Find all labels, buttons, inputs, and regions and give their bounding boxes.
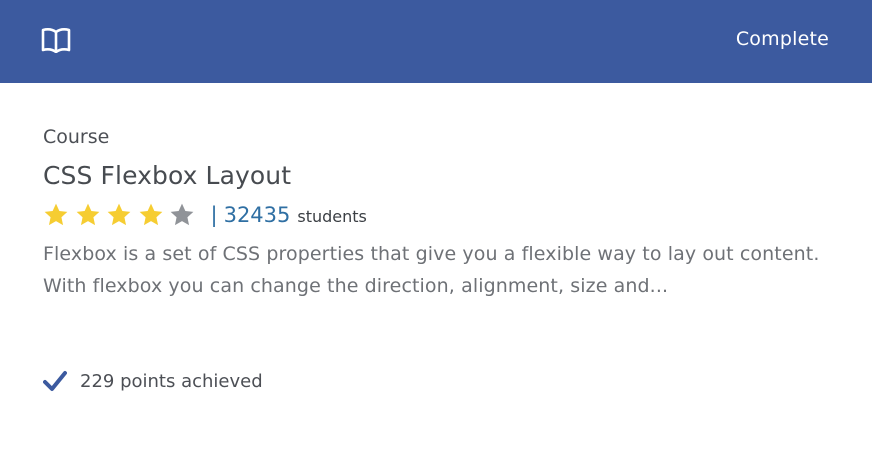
- points-achieved: 229 points achieved: [80, 370, 263, 392]
- star-filled-icon: [138, 202, 164, 228]
- star-rating: [43, 202, 201, 228]
- complete-button[interactable]: Complete: [736, 28, 829, 50]
- course-kind-label: Course: [43, 126, 110, 148]
- star-filled-icon: [106, 202, 132, 228]
- card-header: Complete: [0, 0, 872, 83]
- course-description: Flexbox is a set of CSS properties that …: [43, 243, 820, 297]
- course-card[interactable]: Complete Course CSS Flexbox Layout | 324…: [0, 0, 872, 460]
- student-count-label: students: [297, 207, 367, 226]
- rating-row: | 32435 students: [43, 200, 829, 230]
- star-empty-icon: [169, 202, 195, 228]
- star-filled-icon: [43, 202, 69, 228]
- course-content: Course CSS Flexbox Layout | 32435 studen…: [43, 124, 829, 302]
- points-row: 229 points achieved: [43, 370, 263, 392]
- student-count: 32435: [223, 203, 291, 227]
- checkmark-icon: [43, 370, 67, 392]
- course-title[interactable]: CSS Flexbox Layout: [43, 160, 829, 192]
- book-icon: [41, 27, 71, 54]
- star-filled-icon: [75, 202, 101, 228]
- rating-separator: |: [210, 203, 218, 227]
